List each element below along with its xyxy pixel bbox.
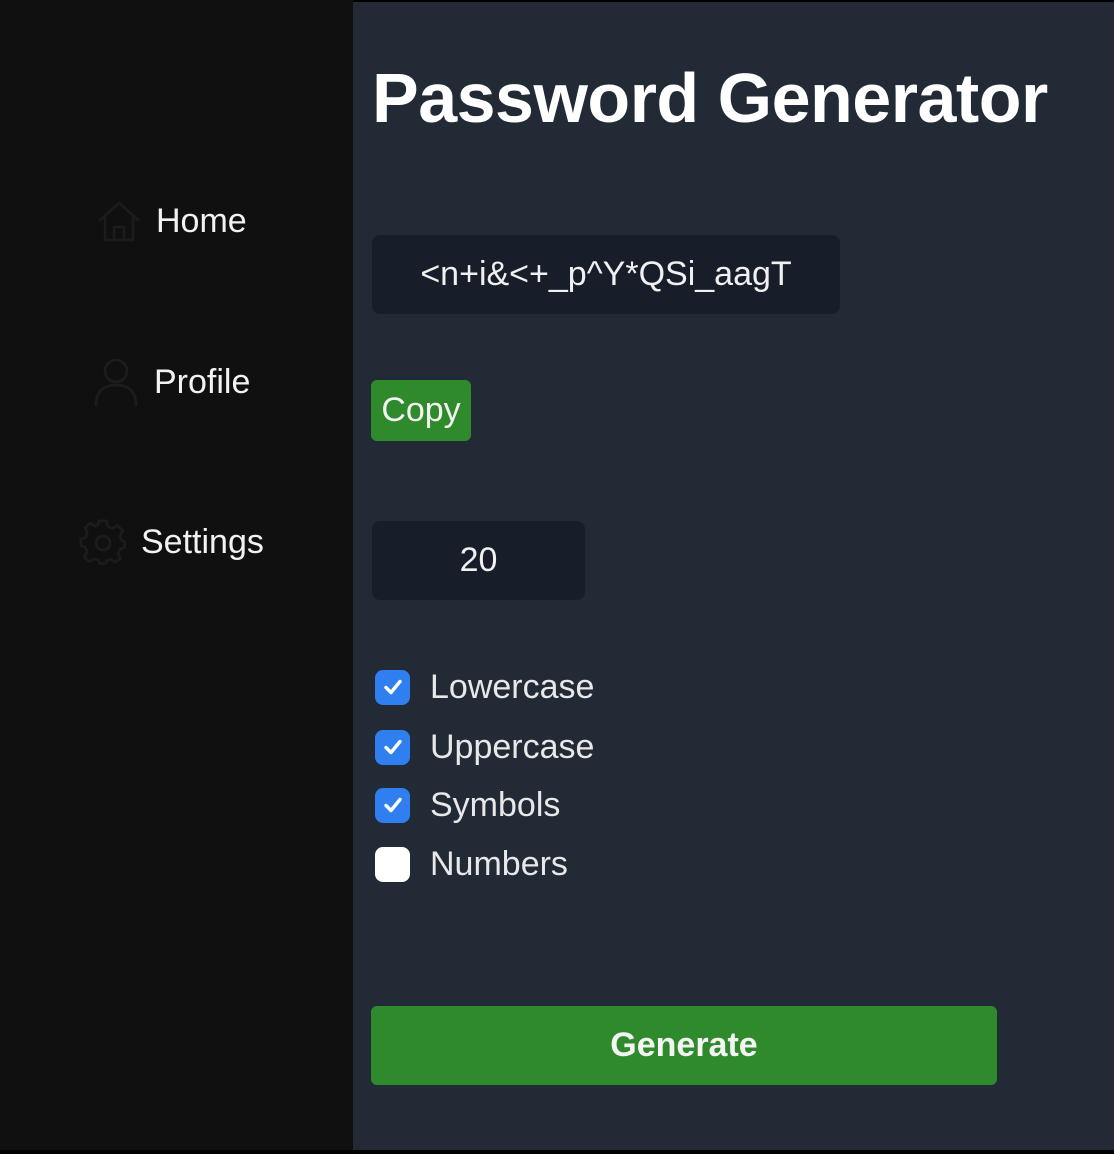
app-window: Home Profile Settings Password Generator	[0, 0, 1114, 1154]
symbols-checkbox[interactable]	[375, 787, 410, 823]
option-symbols[interactable]: Symbols	[375, 785, 560, 825]
password-output-field[interactable]	[372, 235, 840, 314]
checkmark-icon	[383, 739, 402, 755]
option-numbers[interactable]: Numbers	[375, 844, 568, 884]
numbers-checkbox[interactable]	[375, 846, 410, 882]
option-lowercase[interactable]: Lowercase	[375, 667, 594, 707]
numbers-label: Numbers	[430, 844, 568, 883]
sidebar-item-profile[interactable]: Profile	[92, 357, 250, 407]
sidebar-item-label: Profile	[154, 362, 251, 401]
checkmark-icon	[383, 679, 402, 695]
sidebar-item-home[interactable]: Home	[96, 198, 247, 244]
copy-button[interactable]: Copy	[371, 380, 471, 441]
symbols-label: Symbols	[430, 785, 561, 824]
sidebar-item-settings[interactable]: Settings	[79, 518, 264, 566]
sidebar-item-label: Settings	[141, 522, 264, 561]
option-uppercase[interactable]: Uppercase	[375, 727, 594, 767]
uppercase-label: Uppercase	[430, 727, 595, 766]
checkmark-icon	[383, 797, 402, 813]
password-length-input[interactable]	[372, 521, 585, 600]
page-title: Password Generator	[372, 59, 1048, 137]
sidebar-item-label: Home	[156, 201, 247, 240]
home-icon	[96, 198, 142, 244]
sidebar: Home Profile Settings	[0, 0, 353, 1150]
uppercase-checkbox[interactable]	[375, 729, 410, 765]
generate-button[interactable]: Generate	[371, 1006, 997, 1085]
gear-icon	[79, 518, 127, 566]
user-icon	[92, 357, 140, 407]
lowercase-label: Lowercase	[430, 667, 595, 706]
lowercase-checkbox[interactable]	[375, 669, 410, 705]
